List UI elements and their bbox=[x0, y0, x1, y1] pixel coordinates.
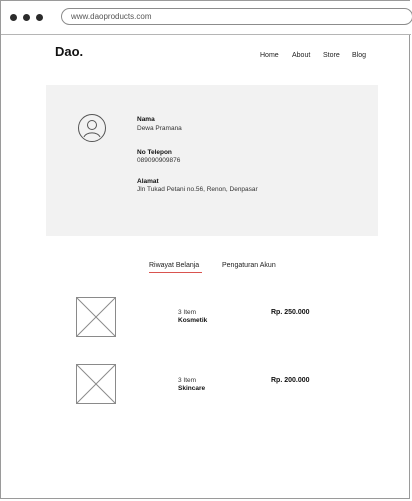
phone-value: 089090909876 bbox=[137, 157, 181, 164]
address-bar[interactable]: www.daoproducts.com bbox=[61, 8, 412, 25]
address-label: Alamat bbox=[137, 178, 159, 185]
order-qty: 3 Item bbox=[178, 377, 197, 384]
tab-riwayat-belanja[interactable]: Riwayat Belanja bbox=[149, 262, 199, 269]
tab-pengaturan-akun[interactable]: Pengaturan Akun bbox=[222, 262, 276, 269]
order-category: Kosmetik bbox=[178, 317, 208, 324]
name-label: Nama bbox=[137, 116, 155, 123]
site-logo[interactable]: Dao. bbox=[55, 44, 83, 59]
product-image-placeholder-icon[interactable] bbox=[76, 297, 116, 337]
order-qty: 3 Item bbox=[178, 309, 197, 316]
order-price: Rp. 200.000 bbox=[271, 377, 310, 384]
order-price: Rp. 250.000 bbox=[271, 309, 310, 316]
window-dot-icon[interactable] bbox=[23, 14, 30, 21]
nav-link-store[interactable]: Store bbox=[323, 52, 340, 59]
order-category: Skincare bbox=[178, 385, 206, 392]
browser-toolbar: www.daoproducts.com bbox=[1, 1, 412, 35]
phone-label: No Telepon bbox=[137, 149, 172, 156]
address-value: Jln Tukad Petani no.56, Renon, Denpasar bbox=[137, 186, 258, 193]
product-image-placeholder-icon[interactable] bbox=[76, 364, 116, 404]
user-avatar-icon bbox=[78, 114, 106, 142]
active-tab-indicator bbox=[149, 272, 202, 273]
profile-card bbox=[46, 85, 378, 236]
window-dot-icon[interactable] bbox=[36, 14, 43, 21]
nav-link-home[interactable]: Home bbox=[260, 52, 279, 59]
nav-link-blog[interactable]: Blog bbox=[352, 52, 366, 59]
browser-window: www.daoproducts.com bbox=[0, 0, 412, 499]
nav-link-about[interactable]: About bbox=[292, 52, 310, 59]
name-value: Dewa Pramana bbox=[137, 125, 182, 132]
window-dot-icon[interactable] bbox=[10, 14, 17, 21]
